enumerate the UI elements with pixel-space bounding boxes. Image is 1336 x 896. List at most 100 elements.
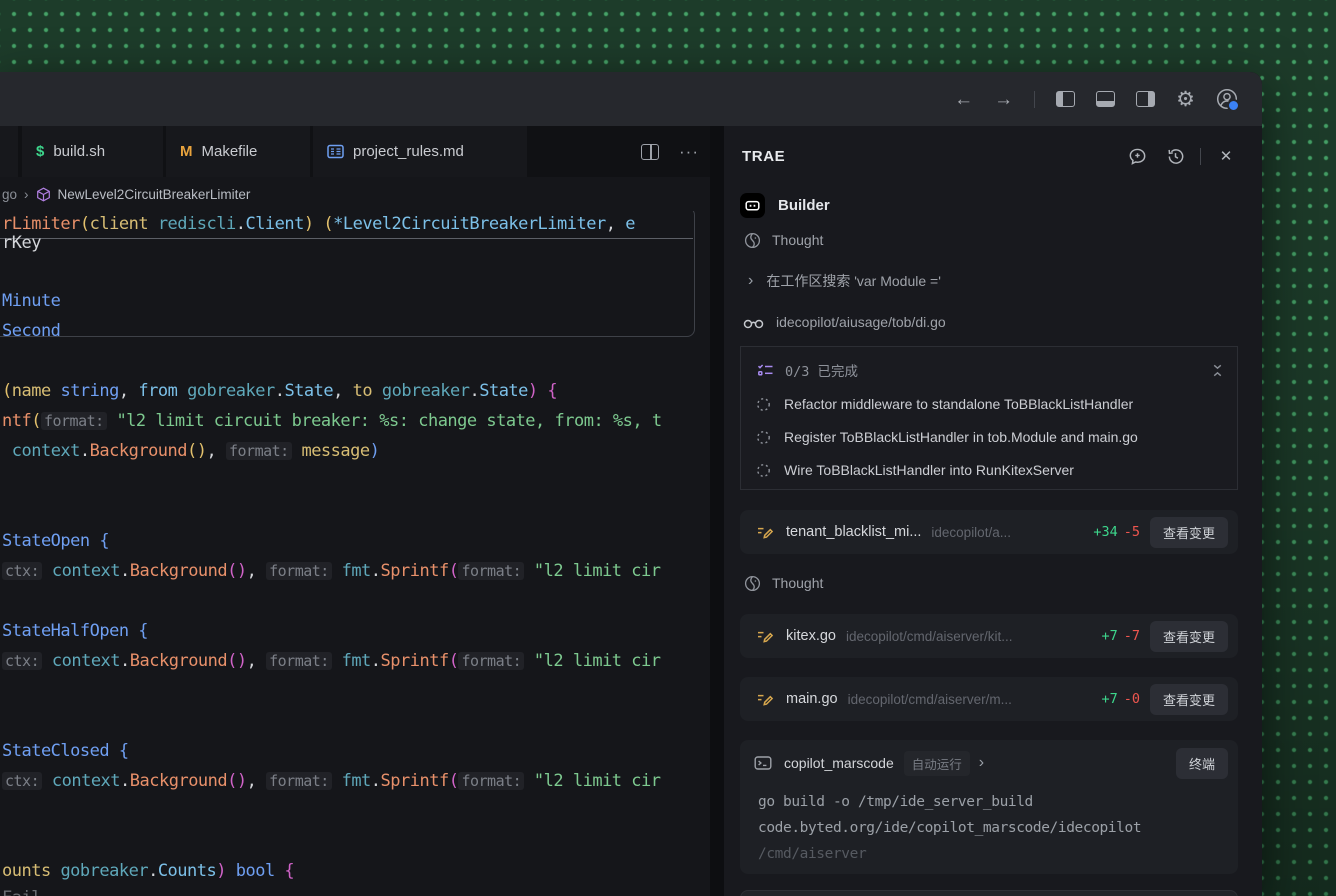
tab-partial[interactable] (0, 126, 18, 177)
todo-item-label: Wire ToBBlackListHandler into RunKitexSe… (784, 462, 1074, 478)
read-file-path: idecopilot/aiusage/tob/di.go (776, 314, 946, 330)
terminal-command-name: copilot_marscode (784, 755, 894, 771)
read-file-row[interactable]: idecopilot/aiusage/tob/di.go (742, 308, 946, 336)
view-changes-button[interactable]: 查看变更 (1150, 684, 1228, 715)
code-line[interactable]: rLimiter(client rediscli.Client) (*Level… (2, 213, 635, 235)
todo-item-label: Refactor middleware to standalone ToBBla… (784, 396, 1133, 412)
tab-label: project_rules.md (353, 143, 464, 160)
code-line[interactable]: context.Background(), format: message) (2, 440, 379, 462)
search-step-row[interactable]: › 在工作区搜索 'var Module =' (748, 267, 941, 295)
new-chat-icon[interactable] (1126, 145, 1148, 167)
changed-file-name: main.go (786, 691, 838, 707)
tab-makefile[interactable]: M Makefile (166, 126, 310, 177)
toggle-bottom-panel-icon[interactable] (1096, 91, 1115, 107)
view-changes-button[interactable]: 查看变更 (1150, 621, 1228, 652)
code-line[interactable]: StateOpen { (2, 530, 109, 552)
tab-project-rules-md[interactable]: project_rules.md (313, 126, 527, 177)
edit-file-icon (756, 628, 774, 645)
open-terminal-button[interactable]: 终端 (1176, 748, 1228, 779)
makefile-icon: M (180, 143, 193, 160)
code-editor[interactable]: rLimiter(client rediscli.Client) (*Level… (0, 211, 710, 896)
code-line[interactable]: ctx: context.Background(), format: fmt.S… (2, 560, 660, 582)
thought-label: Thought (772, 232, 823, 248)
view-changes-button[interactable]: 查看变更 (1150, 517, 1228, 548)
thought-label: Thought (772, 575, 823, 591)
lines-removed: -0 (1124, 691, 1140, 707)
online-status-dot (1227, 99, 1240, 112)
terminal-output-line: code.byted.org/ide/copilot_marscode/idec… (758, 820, 1226, 842)
todo-item[interactable]: Register ToBBlackListHandler in tob.Modu… (756, 424, 1225, 450)
editor-group: $ build.sh M Makefile (0, 126, 710, 896)
breadcrumb-separator-icon: › (24, 187, 29, 202)
file-change-card[interactable]: tenant_blacklist_mi... idecopilot/a... +… (740, 510, 1238, 554)
nav-forward-icon[interactable]: → (994, 90, 1013, 109)
thought-row[interactable]: Thought (744, 226, 823, 254)
terminal-output-line: go build -o /tmp/ide_server_build (758, 794, 1226, 816)
panel-header-divider (1200, 148, 1201, 165)
edit-file-icon (756, 691, 774, 708)
thought-row[interactable]: Thought (744, 569, 823, 597)
toggle-left-panel-icon[interactable] (1056, 91, 1075, 107)
more-actions-icon[interactable]: ··· (679, 126, 699, 177)
code-line[interactable]: Second (2, 320, 60, 342)
ide-window: ← → ⚙ $ build.sh (0, 72, 1262, 896)
code-line[interactable]: Minute (2, 290, 60, 312)
file-change-card[interactable]: kitex.go idecopilot/cmd/aiserver/kit... … (740, 614, 1238, 658)
file-change-card[interactable]: main.go idecopilot/cmd/aiserver/m... +7 … (740, 677, 1238, 721)
markdown-list-icon (327, 144, 344, 159)
todo-item-label: Register ToBBlackListHandler in tob.Modu… (784, 429, 1138, 445)
titlebar-divider (1034, 91, 1035, 108)
code-line[interactable]: ctx: context.Background(), format: fmt.S… (2, 650, 660, 672)
todo-progress: 0/3 已完成 (785, 360, 1210, 380)
breadcrumb-symbol[interactable]: NewLevel2CircuitBreakerLimiter (58, 187, 251, 202)
code-line[interactable]: StateHalfOpen { (2, 620, 148, 642)
code-line[interactable]: (name string, from gobreaker.State, to g… (2, 380, 557, 402)
chat-input-sliver[interactable] (740, 890, 1238, 896)
nav-back-icon[interactable]: ← (954, 90, 973, 109)
code-line[interactable]: ntf(format: "l2 limit circuit breaker: %… (2, 410, 662, 432)
checklist-icon (757, 362, 774, 378)
code-line[interactable]: rKey (2, 232, 41, 254)
tab-label: build.sh (53, 143, 105, 160)
panel-title: TRAE (742, 148, 1126, 165)
tab-bar: $ build.sh M Makefile (0, 126, 710, 177)
todo-item[interactable]: Refactor middleware to standalone ToBBla… (756, 391, 1225, 417)
changed-file-name: kitex.go (786, 628, 836, 644)
terminal-icon (754, 755, 772, 771)
thought-icon (744, 575, 761, 592)
lines-removed: -5 (1124, 524, 1140, 540)
breadcrumb[interactable]: go › NewLevel2CircuitBreakerLimiter (0, 177, 710, 211)
breadcrumb-root[interactable]: go (2, 187, 17, 202)
shell-file-icon: $ (36, 143, 44, 160)
collapse-icon[interactable] (1210, 363, 1225, 378)
terminal-output-line: /cmd/aiserver (758, 846, 1226, 868)
history-icon[interactable] (1164, 145, 1186, 167)
search-step-label: 在工作区搜索 'var Module =' (766, 271, 941, 291)
lines-added: +34 (1093, 524, 1117, 540)
account-avatar[interactable] (1216, 88, 1238, 110)
tab-label: Makefile (202, 143, 258, 160)
close-panel-icon[interactable]: ✕ (1215, 145, 1237, 167)
lines-removed: -7 (1124, 628, 1140, 644)
terminal-card: copilot_marscode 自动运行 › 终端 go build -o /… (740, 740, 1238, 874)
auto-run-badge: 自动运行 (904, 751, 970, 776)
todo-item[interactable]: Wire ToBBlackListHandler into RunKitexSe… (756, 457, 1225, 483)
changed-file-path: idecopilot/a... (931, 525, 1093, 540)
inline-diff-divider (0, 238, 693, 239)
terminal-header: copilot_marscode 自动运行 › 终端 (754, 749, 1228, 777)
glasses-icon (742, 315, 765, 330)
thought-icon (744, 232, 761, 249)
builder-robot-icon (740, 193, 765, 218)
code-line[interactable]: ctx: context.Background(), format: fmt.S… (2, 770, 660, 792)
split-editor-icon[interactable] (641, 126, 659, 177)
toggle-right-panel-icon[interactable] (1136, 91, 1155, 107)
changed-file-path: idecopilot/cmd/aiserver/kit... (846, 629, 1101, 644)
chevron-right-icon[interactable]: › (979, 755, 1176, 771)
code-line[interactable]: Fail (2, 887, 41, 896)
tab-build-sh[interactable]: $ build.sh (22, 126, 163, 177)
code-line[interactable]: StateClosed { (2, 740, 129, 762)
changed-file-name: tenant_blacklist_mi... (786, 524, 921, 540)
code-line[interactable]: ounts gobreaker.Counts) bool { (2, 860, 294, 882)
changed-file-path: idecopilot/cmd/aiserver/m... (848, 692, 1102, 707)
settings-gear-icon[interactable]: ⚙ (1176, 89, 1195, 110)
